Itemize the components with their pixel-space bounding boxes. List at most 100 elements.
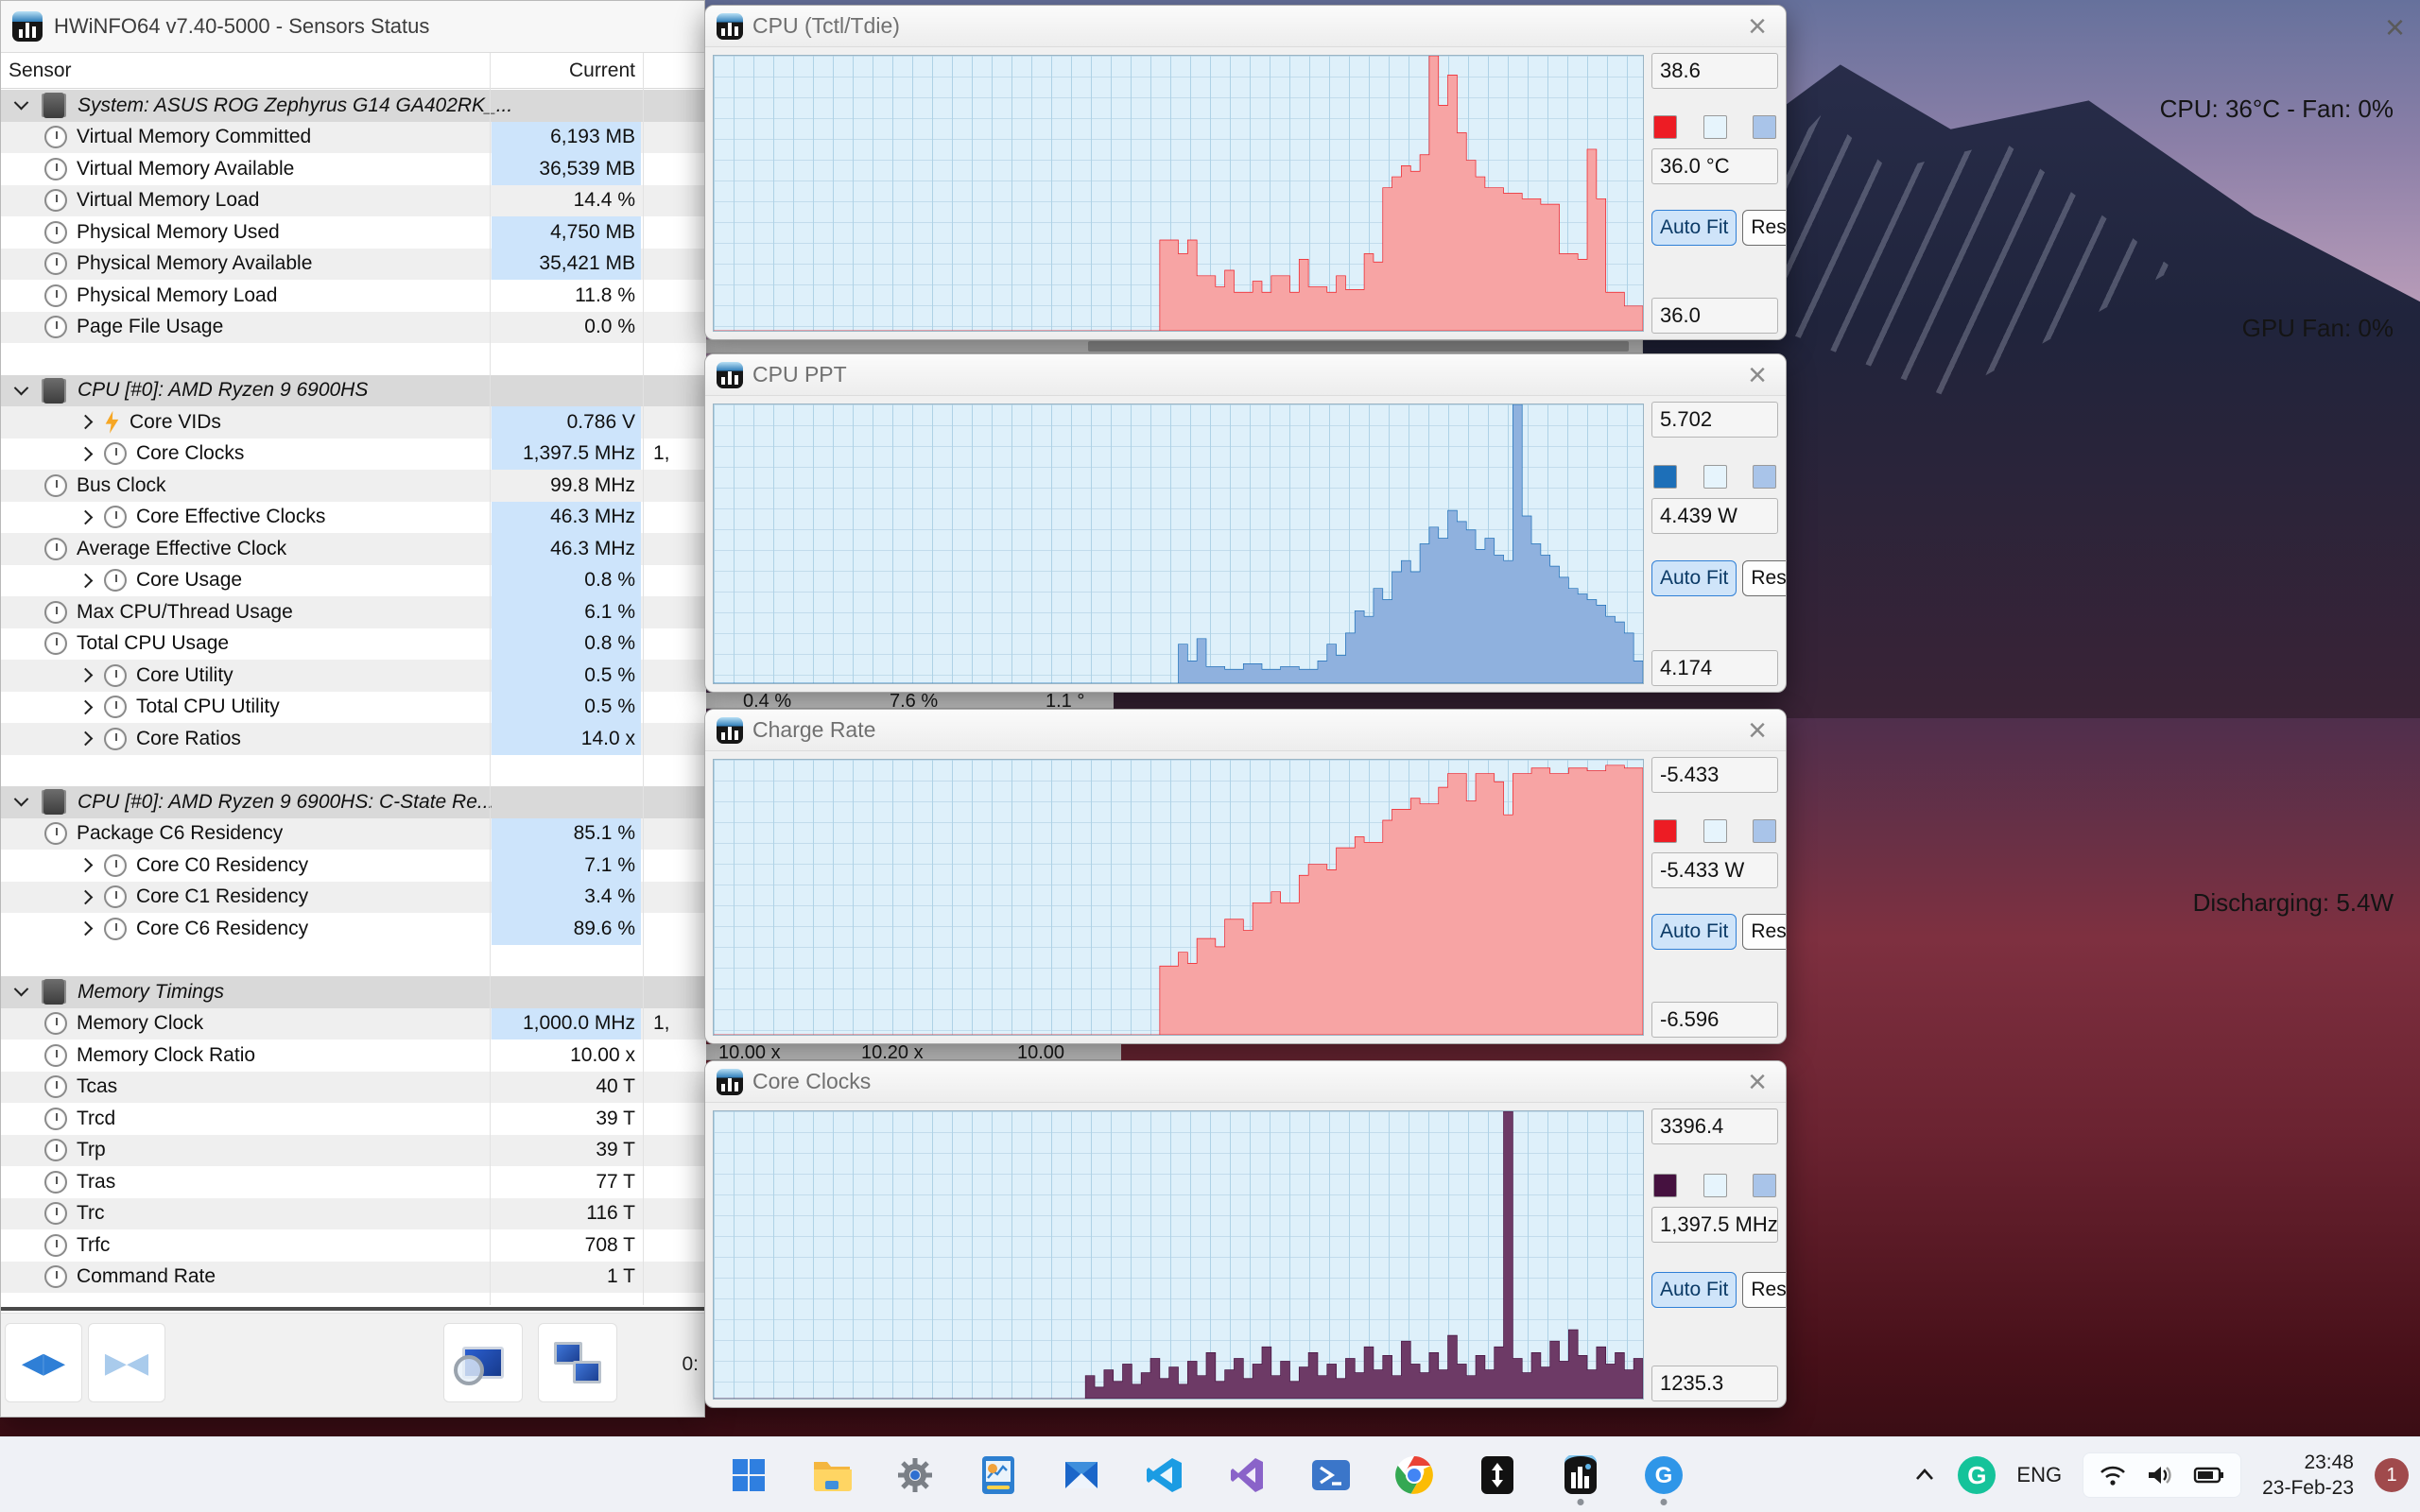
chevron-down-icon[interactable] bbox=[13, 792, 29, 807]
close-icon[interactable]: × bbox=[1740, 714, 1774, 747]
reset-button[interactable]: Reset bbox=[1742, 210, 1786, 246]
visual-studio-taskbar-icon[interactable] bbox=[1227, 1454, 1269, 1496]
sensor-row[interactable]: Core Utility 0.5 % bbox=[1, 660, 706, 692]
sensor-row[interactable]: Package C6 Residency 85.1 % bbox=[1, 817, 706, 850]
reset-button[interactable]: Reset bbox=[1742, 1271, 1786, 1308]
hwinfo-taskbar-icon[interactable] bbox=[1560, 1454, 1601, 1505]
column-header-sensor[interactable]: Sensor bbox=[9, 60, 72, 82]
close-icon[interactable]: × bbox=[1740, 10, 1774, 43]
grammarly-tray-icon[interactable]: G bbox=[1958, 1456, 1996, 1494]
sensor-row[interactable]: Command Rate 1 T bbox=[1, 1261, 706, 1293]
sensor-row[interactable]: Core Effective Clocks 46.3 MHz bbox=[1, 501, 706, 533]
reset-button[interactable]: Reset bbox=[1742, 560, 1786, 596]
sensor-row[interactable]: Memory Clock 1,000.0 MHz 1, bbox=[1, 1007, 706, 1040]
series-color-swatch[interactable] bbox=[1653, 1173, 1677, 1197]
sensor-row[interactable]: Tras 77 T bbox=[1, 1166, 706, 1198]
sensor-row[interactable]: Max CPU/Thread Usage 6.1 % bbox=[1, 596, 706, 628]
g-helper-taskbar-icon[interactable]: G bbox=[1643, 1454, 1685, 1505]
hidden-icons-chevron[interactable] bbox=[1912, 1463, 1937, 1487]
monitoring-app-taskbar-icon[interactable] bbox=[977, 1454, 1019, 1496]
graph-titlebar[interactable]: Charge Rate × bbox=[705, 710, 1786, 751]
sensor-row[interactable]: Core Clocks 1,397.5 MHz 1, bbox=[1, 438, 706, 470]
background-color-swatch[interactable] bbox=[1703, 818, 1727, 843]
series-color-swatch[interactable] bbox=[1653, 114, 1677, 139]
powershell-taskbar-icon[interactable] bbox=[1310, 1454, 1352, 1496]
grid-color-swatch[interactable] bbox=[1753, 1173, 1776, 1197]
chevron-right-icon[interactable] bbox=[78, 889, 94, 905]
chevron-right-icon[interactable] bbox=[78, 573, 94, 589]
sensor-row[interactable]: Bus Clock 99.8 MHz bbox=[1, 470, 706, 502]
dark-utility-app-taskbar-icon[interactable] bbox=[1477, 1454, 1518, 1496]
close-icon[interactable]: × bbox=[1740, 1066, 1774, 1098]
collapse-columns-button[interactable]: ▶◀ bbox=[88, 1323, 165, 1402]
close-icon[interactable]: × bbox=[2385, 8, 2405, 47]
sensor-section-row[interactable]: CPU [#0]: AMD Ryzen 9 6900HS bbox=[1, 374, 706, 406]
start-taskbar-icon[interactable] bbox=[728, 1454, 769, 1496]
sensor-row[interactable]: Total CPU Utility 0.5 % bbox=[1, 691, 706, 723]
background-color-swatch[interactable] bbox=[1703, 1173, 1727, 1197]
column-header-current[interactable]: Current bbox=[492, 60, 635, 82]
expand-columns-button[interactable]: ◀▶ bbox=[5, 1323, 82, 1402]
sensor-row[interactable]: Tcas 40 T bbox=[1, 1071, 706, 1103]
chevron-right-icon[interactable] bbox=[78, 414, 94, 430]
sensor-row[interactable]: Trfc 708 T bbox=[1, 1229, 706, 1262]
sensor-row[interactable]: Physical Memory Available 35,421 MB bbox=[1, 248, 706, 280]
hwinfo-titlebar[interactable]: HWiNFO64 v7.40-5000 - Sensors Status bbox=[1, 1, 704, 53]
sensor-row[interactable]: Virtual Memory Load 14.4 % bbox=[1, 184, 706, 216]
grid-color-swatch[interactable] bbox=[1753, 818, 1776, 843]
sensor-section-row[interactable]: System: ASUS ROG Zephyrus G14 GA402RK_..… bbox=[1, 90, 706, 122]
chevron-right-icon[interactable] bbox=[78, 730, 94, 747]
notification-badge[interactable]: 1 bbox=[2375, 1458, 2409, 1492]
column-separator[interactable] bbox=[643, 53, 644, 1305]
sensor-row[interactable]: Memory Clock Ratio 10.00 x bbox=[1, 1040, 706, 1072]
language-indicator[interactable]: ENG bbox=[2016, 1463, 2062, 1487]
chevron-right-icon[interactable] bbox=[78, 509, 94, 525]
sensor-row[interactable]: Average Effective Clock 46.3 MHz bbox=[1, 533, 706, 565]
chrome-taskbar-icon[interactable] bbox=[1393, 1454, 1435, 1496]
background-horizontal-scrollbar[interactable] bbox=[705, 339, 1643, 353]
background-color-swatch[interactable] bbox=[1703, 464, 1727, 489]
remote-monitoring-button[interactable] bbox=[538, 1323, 617, 1402]
auto-fit-button[interactable]: Auto Fit bbox=[1651, 560, 1737, 596]
graph-titlebar[interactable]: Core Clocks × bbox=[705, 1061, 1786, 1103]
sensor-row[interactable]: Page File Usage 0.0 % bbox=[1, 311, 706, 343]
screen-magnifier-button[interactable] bbox=[443, 1323, 523, 1402]
file-explorer-taskbar-icon[interactable] bbox=[811, 1454, 853, 1496]
column-separator[interactable] bbox=[490, 53, 491, 1305]
graph-titlebar[interactable]: CPU (Tctl/Tdie) × bbox=[705, 6, 1786, 47]
sensor-row[interactable]: Virtual Memory Committed 6,193 MB bbox=[1, 121, 706, 153]
clock[interactable]: 23:48 23-Feb-23 bbox=[2262, 1450, 2354, 1501]
sensor-row[interactable]: Core C1 Residency 3.4 % bbox=[1, 881, 706, 913]
sensor-row[interactable]: Virtual Memory Available 36,539 MB bbox=[1, 153, 706, 185]
vscode-taskbar-icon[interactable] bbox=[1144, 1454, 1185, 1496]
grid-color-swatch[interactable] bbox=[1753, 114, 1776, 139]
chevron-right-icon[interactable] bbox=[78, 857, 94, 873]
series-color-swatch[interactable] bbox=[1653, 464, 1677, 489]
graph-titlebar[interactable]: CPU PPT × bbox=[705, 354, 1786, 396]
series-color-swatch[interactable] bbox=[1653, 818, 1677, 843]
background-color-swatch[interactable] bbox=[1703, 114, 1727, 139]
sensor-row[interactable]: Core C0 Residency 7.1 % bbox=[1, 850, 706, 882]
sensor-row[interactable]: Physical Memory Used 4,750 MB bbox=[1, 216, 706, 249]
grid-color-swatch[interactable] bbox=[1753, 464, 1776, 489]
chevron-down-icon[interactable] bbox=[13, 982, 29, 997]
sensor-section-row[interactable]: Memory Timings bbox=[1, 976, 706, 1008]
quick-settings[interactable] bbox=[2083, 1452, 2242, 1498]
settings-taskbar-icon[interactable] bbox=[894, 1454, 936, 1496]
sensor-row[interactable]: Trcd 39 T bbox=[1, 1103, 706, 1135]
sensor-row[interactable]: Physical Memory Load 11.8 % bbox=[1, 280, 706, 312]
auto-fit-button[interactable]: Auto Fit bbox=[1651, 1271, 1737, 1308]
sensor-section-row[interactable]: CPU [#0]: AMD Ryzen 9 6900HS: C-State Re… bbox=[1, 786, 706, 818]
auto-fit-button[interactable]: Auto Fit bbox=[1651, 210, 1737, 246]
sensor-row[interactable]: Core Ratios 14.0 x bbox=[1, 723, 706, 755]
sensor-row[interactable]: Core Usage 0.8 % bbox=[1, 564, 706, 596]
sensor-row[interactable]: Core VIDs 0.786 V bbox=[1, 406, 706, 438]
chevron-right-icon[interactable] bbox=[78, 446, 94, 462]
sensor-row[interactable]: Core C6 Residency 89.6 % bbox=[1, 913, 706, 945]
chevron-right-icon[interactable] bbox=[78, 920, 94, 936]
sensor-row[interactable]: Trp 39 T bbox=[1, 1134, 706, 1166]
chevron-right-icon[interactable] bbox=[78, 699, 94, 715]
mail-taskbar-icon[interactable] bbox=[1061, 1454, 1102, 1496]
auto-fit-button[interactable]: Auto Fit bbox=[1651, 914, 1737, 950]
reset-button[interactable]: Reset bbox=[1742, 914, 1786, 950]
